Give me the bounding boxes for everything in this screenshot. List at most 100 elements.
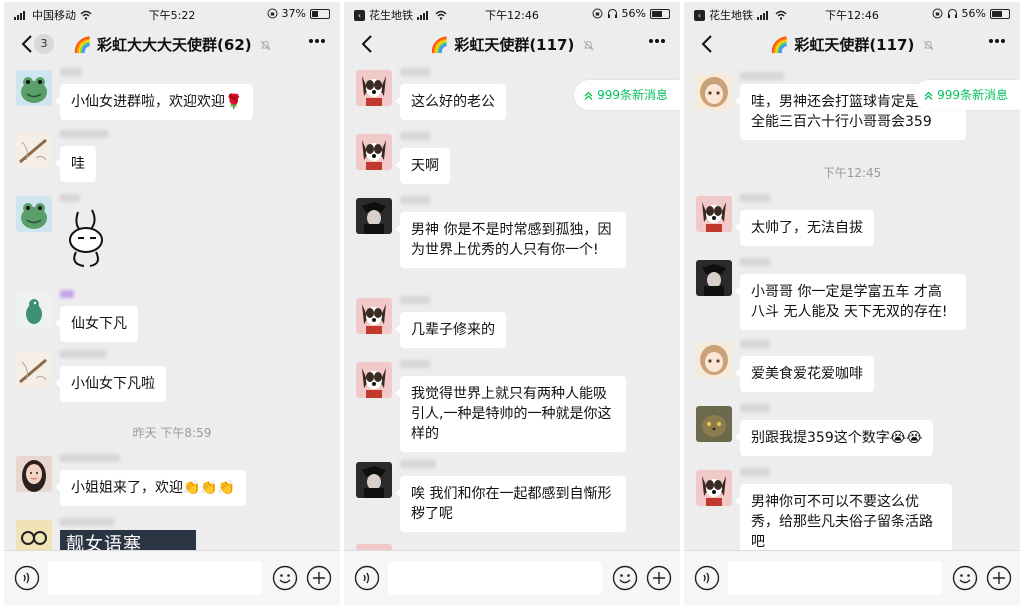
- battery-icon: [310, 8, 330, 19]
- avatar[interactable]: [16, 196, 52, 232]
- sender-name-blurred: [60, 194, 80, 202]
- phone-screen-1: 中国移动 下午5:22 37% 3 🌈 彩虹大大大天使群(62) 小仙女进群啦，…: [4, 2, 340, 606]
- sender-name-blurred: [60, 350, 106, 358]
- new-messages-pill[interactable]: 999条新消息: [574, 80, 680, 110]
- message-list[interactable]: 小仙女进群啦，欢迎欢迎🌹 哇 仙女下凡 小仙女下凡啦 昨天 下午8:59 小姐姐…: [4, 64, 340, 550]
- avatar[interactable]: [16, 352, 52, 388]
- sender-name-blurred: [400, 360, 430, 368]
- sender-name-blurred: [400, 68, 430, 76]
- orientation-lock-icon: [932, 8, 943, 19]
- message-list[interactable]: 哇，男神还会打篮球肯定是万能全能三百六十行小哥哥会359 下午12:45 太帅了…: [684, 64, 1020, 550]
- more-options-icon[interactable]: [308, 38, 326, 44]
- more-options-icon[interactable]: [648, 38, 666, 44]
- avatar[interactable]: [356, 462, 392, 498]
- avatar[interactable]: [696, 74, 732, 110]
- sticker-message[interactable]: [60, 208, 116, 274]
- message-bubble[interactable]: 太帅了，无法自拔: [735, 210, 874, 246]
- avatar[interactable]: [356, 70, 392, 106]
- plus-icon[interactable]: [986, 565, 1012, 591]
- emoji-icon[interactable]: [612, 565, 638, 591]
- sender-name-blurred: [400, 132, 430, 140]
- avatar[interactable]: [16, 520, 52, 550]
- message-bubble[interactable]: 小姐姐来了，欢迎👏👏👏: [54, 470, 247, 506]
- emoji-icon[interactable]: [952, 565, 978, 591]
- sender-name-blurred: [60, 454, 120, 462]
- input-toolbar: [344, 550, 680, 606]
- message-bubble[interactable]: 男神你可不可以不要这么优秀，给那些凡夫俗子留条活路吧: [735, 484, 952, 550]
- battery-percent: 56%: [961, 7, 986, 20]
- sender-name-blurred: [740, 258, 770, 266]
- avatar[interactable]: [696, 196, 732, 232]
- status-bar: ‹ 花生地铁 下午12:46 56%: [344, 2, 680, 26]
- more-options-icon[interactable]: [988, 38, 1006, 44]
- image-message[interactable]: 靓女语塞: [60, 530, 196, 550]
- message-bubble[interactable]: 男神 你是不是时常感到孤独，因为世界上优秀的人只有你一个!: [395, 212, 626, 268]
- sender-name-blurred: [400, 196, 430, 204]
- orientation-lock-icon: [592, 8, 603, 19]
- message-bubble[interactable]: 哇: [55, 146, 96, 182]
- avatar[interactable]: [696, 342, 732, 378]
- phone-screen-3: ‹ 花生地铁 下午12:46 56% 🌈 彩虹天使群(117) 哇，男神还会打篮…: [684, 2, 1020, 606]
- emoji-icon[interactable]: [272, 565, 298, 591]
- timestamp: 昨天 下午8:59: [132, 426, 212, 440]
- sender-name-blurred: [60, 290, 74, 298]
- group-title: 🌈 彩虹天使群(117): [344, 34, 680, 55]
- double-chevron-up-icon: [584, 91, 593, 100]
- battery-percent: 56%: [621, 7, 646, 20]
- message-bubble[interactable]: 唉 我们和你在一起都感到自惭形秽了呢: [395, 476, 626, 532]
- avatar[interactable]: [16, 456, 52, 492]
- message-bubble[interactable]: 小仙女进群啦，欢迎欢迎🌹: [54, 84, 254, 120]
- mute-bell-icon: [583, 40, 593, 51]
- plus-icon[interactable]: [646, 565, 672, 591]
- battery-icon: [990, 8, 1010, 19]
- avatar[interactable]: [356, 362, 392, 398]
- mute-bell-icon: [923, 40, 933, 51]
- message-list[interactable]: 这么好的老公 天啊 男神 你是不是时常感到孤独，因为世界上优秀的人只有你一个! …: [344, 64, 680, 550]
- message-bubble[interactable]: 小仙女下凡啦: [55, 366, 166, 402]
- voice-input-icon[interactable]: [354, 565, 380, 591]
- avatar[interactable]: [696, 260, 732, 296]
- status-bar: 中国移动 下午5:22 37%: [4, 2, 340, 26]
- message-input[interactable]: [48, 561, 262, 595]
- voice-input-icon[interactable]: [14, 565, 40, 591]
- message-bubble[interactable]: 这么好的老公: [395, 84, 506, 120]
- message-bubble[interactable]: 爱美食爱花爱咖啡: [735, 356, 874, 392]
- input-toolbar: [684, 550, 1020, 606]
- message-bubble[interactable]: 别跟我提359这个数字😭😭: [734, 420, 934, 456]
- status-bar: ‹ 花生地铁 下午12:46 56%: [684, 2, 1020, 26]
- message-bubble[interactable]: 几辈子修来的: [395, 312, 506, 348]
- message-input[interactable]: [728, 561, 942, 595]
- screenshot-collage: 中国移动 下午5:22 37% 3 🌈 彩虹大大大天使群(62) 小仙女进群啦，…: [0, 0, 1024, 608]
- new-messages-pill[interactable]: 999条新消息: [914, 80, 1020, 110]
- sender-name-blurred: [740, 72, 784, 80]
- avatar[interactable]: [356, 298, 392, 334]
- message-bubble[interactable]: 仙女下凡: [55, 306, 138, 342]
- double-chevron-up-icon: [924, 91, 933, 100]
- avatar[interactable]: [16, 292, 52, 328]
- avatar[interactable]: [696, 406, 732, 442]
- avatar[interactable]: [16, 132, 52, 168]
- avatar[interactable]: [356, 198, 392, 234]
- sender-name-blurred: [400, 296, 430, 304]
- message-bubble[interactable]: 天啊: [395, 148, 450, 184]
- avatar[interactable]: [696, 470, 732, 506]
- orientation-lock-icon: [267, 8, 278, 19]
- message-bubble[interactable]: 我觉得世界上就只有两种人能吸引人,一种是特帅的一种就是你这样的: [395, 376, 626, 452]
- plus-icon[interactable]: [306, 565, 332, 591]
- battery-icon: [650, 8, 670, 19]
- sender-name-blurred: [740, 468, 770, 476]
- sender-name-blurred: [740, 404, 770, 412]
- avatar[interactable]: [16, 70, 52, 106]
- sender-name-blurred: [740, 340, 770, 348]
- voice-input-icon[interactable]: [694, 565, 720, 591]
- message-input[interactable]: [388, 561, 602, 595]
- avatar[interactable]: [356, 134, 392, 170]
- chat-header: 🌈 彩虹天使群(117): [684, 26, 1020, 64]
- chat-header: 3 🌈 彩虹大大大天使群(62): [4, 26, 340, 64]
- rabbit-sticker-icon: [69, 209, 103, 267]
- battery-percent: 37%: [281, 7, 306, 20]
- timestamp: 下午12:45: [822, 166, 882, 180]
- sender-name-blurred: [400, 460, 436, 468]
- group-title: 🌈 彩虹大大大天使群(62): [4, 34, 340, 55]
- message-bubble[interactable]: 小哥哥 你一定是学富五车 才高八斗 无人能及 天下无双的存在!: [735, 274, 966, 330]
